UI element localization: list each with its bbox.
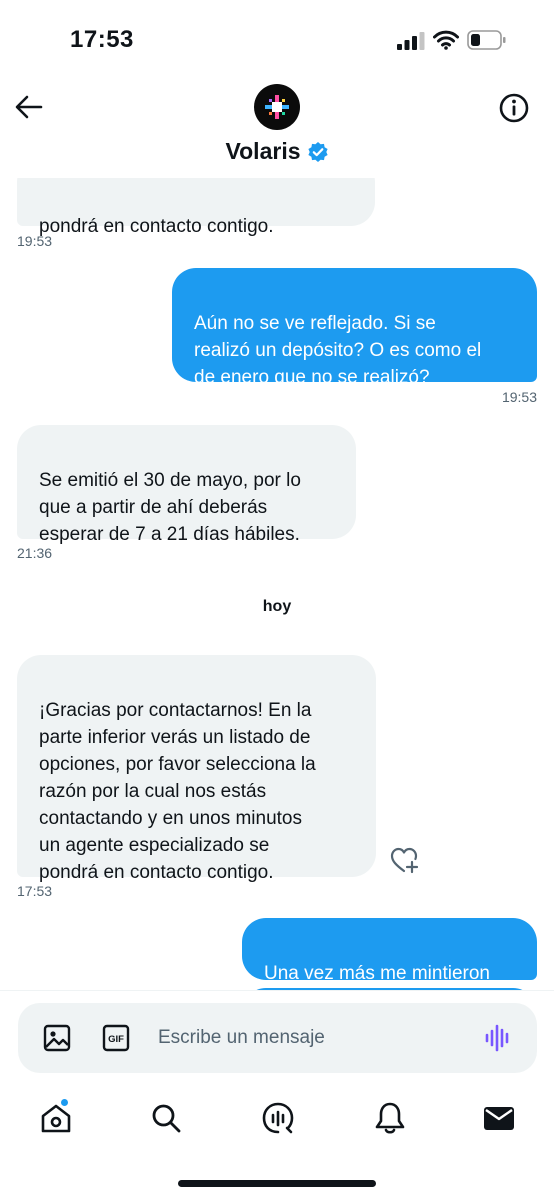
message-timestamp: 19:53 [501, 389, 537, 405]
status-time: 17:53 [70, 26, 134, 53]
message-composer: GIF [18, 1003, 537, 1073]
conversation-title-row[interactable]: Volaris [0, 138, 554, 165]
avatar[interactable] [254, 84, 300, 130]
tab-home[interactable] [36, 1098, 76, 1138]
gif-label: GIF [108, 1034, 124, 1045]
heart-plus-icon[interactable] [390, 847, 420, 875]
message-input[interactable] [158, 1017, 458, 1059]
bell-icon [375, 1102, 405, 1134]
home-indicator [178, 1180, 376, 1187]
message-bubble-incoming[interactable]: Se emitió el 30 de mayo, por lo que a pa… [17, 425, 356, 545]
day-separator: hoy [262, 598, 292, 615]
gif-icon[interactable]: GIF [102, 1024, 130, 1052]
conversation-title: Volaris [225, 138, 301, 164]
composer-area: GIF [0, 990, 554, 1084]
message-timestamp: 17:53 [17, 883, 53, 899]
info-icon[interactable] [498, 92, 530, 124]
mail-icon [484, 1107, 514, 1130]
arrow-left-icon[interactable] [14, 92, 44, 122]
tab-messages[interactable] [479, 1098, 519, 1138]
wifi-icon [433, 30, 459, 50]
message-text: ¡Gracias por contactarnos! En la parte i… [39, 700, 316, 883]
home-icon [41, 1104, 71, 1133]
battery-icon [467, 30, 506, 50]
message-text: Se emitió el 30 de mayo, por lo que a pa… [39, 470, 301, 545]
search-icon [152, 1104, 181, 1133]
verified-badge-icon [307, 141, 328, 162]
volaris-logo [265, 95, 289, 119]
tab-notifications[interactable] [370, 1098, 410, 1138]
tab-bar [0, 1084, 554, 1200]
message-bubble-outgoing[interactable]: Una vez más me mintieron [242, 918, 537, 984]
tab-search[interactable] [146, 1098, 186, 1138]
message-timestamp: 19:53 [17, 233, 53, 249]
message-bubble-incoming[interactable]: ¡Gracias por contactarnos! En la parte i… [17, 655, 376, 883]
message-bubble-outgoing[interactable]: Aún no se ve reflejado. Si se realizó un… [172, 268, 537, 388]
message-text: pondrá en contacto contigo. [39, 216, 274, 237]
tab-spaces[interactable] [258, 1098, 298, 1138]
message-timestamp: 21:36 [17, 545, 53, 561]
conversation-header: Volaris [0, 80, 554, 178]
voice-wave-icon[interactable] [483, 1023, 513, 1053]
message-text: Aún no se ve reflejado. Si se realizó un… [194, 313, 482, 388]
spaces-icon [262, 1102, 294, 1134]
status-bar: 17:53 [0, 0, 554, 80]
signal-icon [397, 32, 425, 50]
notification-dot [60, 1098, 69, 1107]
image-icon[interactable] [42, 1023, 72, 1053]
message-text: Una vez más me mintieron [264, 963, 490, 984]
